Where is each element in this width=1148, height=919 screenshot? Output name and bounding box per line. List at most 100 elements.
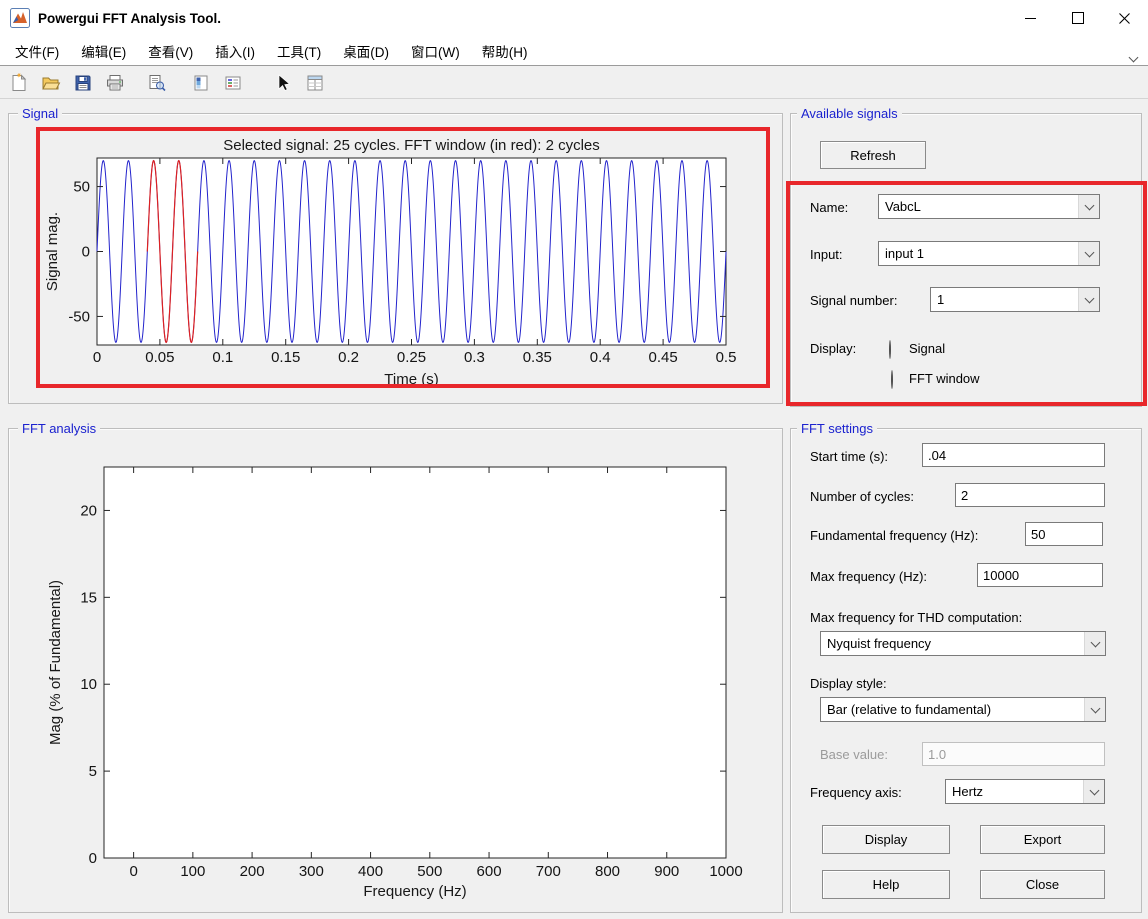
- menu-overflow-icon[interactable]: [1130, 48, 1138, 56]
- minimize-button[interactable]: [1007, 0, 1054, 36]
- open-folder-icon: [41, 73, 61, 93]
- printer-icon: [105, 73, 125, 93]
- y-tick-label: 10: [80, 676, 97, 693]
- title-bar: Powergui FFT Analysis Tool.: [0, 0, 1148, 36]
- x-tick-label: 0.4: [590, 349, 611, 366]
- window-controls: [1007, 0, 1148, 36]
- x-tick-label: 0.35: [523, 349, 552, 366]
- radio-signal-label[interactable]: Signal: [909, 341, 945, 357]
- chevron-down-icon[interactable]: [1078, 195, 1099, 218]
- display-style-dropdown[interactable]: Bar (relative to fundamental): [820, 697, 1106, 722]
- property-inspector-button[interactable]: [302, 70, 328, 96]
- maximize-button[interactable]: [1054, 0, 1101, 36]
- menu-item-view[interactable]: 查看(V): [137, 36, 204, 66]
- input-dropdown[interactable]: input 1: [878, 241, 1100, 266]
- x-tick-label: 0.25: [397, 349, 426, 366]
- save-figure-button[interactable]: [70, 70, 96, 96]
- start-time-label: Start time (s):: [810, 449, 888, 465]
- chevron-down-icon[interactable]: [1078, 288, 1099, 311]
- x-tick-label: 0.2: [338, 349, 359, 366]
- radio-signal[interactable]: [889, 340, 891, 359]
- signal-number-dropdown[interactable]: 1: [930, 287, 1100, 312]
- insert-legend-icon: [223, 73, 243, 93]
- name-dropdown-value: VabcL: [879, 195, 1078, 218]
- name-dropdown[interactable]: VabcL: [878, 194, 1100, 219]
- thd-max-frequency-label: Max frequency for THD computation:: [810, 610, 1022, 626]
- help-button[interactable]: Help: [822, 870, 950, 899]
- chevron-down-icon[interactable]: [1084, 698, 1105, 721]
- max-frequency-input[interactable]: [977, 563, 1103, 587]
- x-tick-label: 200: [240, 863, 265, 880]
- thd-max-frequency-dropdown-value: Nyquist frequency: [821, 632, 1084, 655]
- max-frequency-label: Max frequency (Hz):: [810, 569, 927, 585]
- menu-item-tools[interactable]: 工具(T): [266, 36, 332, 66]
- edit-plot-arrow-icon: [273, 73, 293, 93]
- menu-item-edit[interactable]: 编辑(E): [70, 36, 137, 66]
- open-file-button[interactable]: [38, 70, 64, 96]
- chevron-down-icon[interactable]: [1084, 632, 1105, 655]
- menu-item-desktop[interactable]: 桌面(D): [332, 36, 400, 66]
- display-label: Display:: [810, 341, 856, 357]
- new-figure-icon: [9, 73, 29, 93]
- x-tick-label: 0.3: [464, 349, 485, 366]
- input-dropdown-value: input 1: [879, 242, 1078, 265]
- y-axis-label: Mag (% of Fundamental): [47, 580, 64, 745]
- x-tick-label: 1000: [709, 863, 742, 880]
- chevron-down-icon[interactable]: [1083, 780, 1104, 803]
- menu-item-file[interactable]: 文件(F): [4, 36, 70, 66]
- available-signals-panel-label: Available signals: [797, 106, 902, 121]
- x-tick-label: 700: [536, 863, 561, 880]
- print-figure-button[interactable]: [102, 70, 128, 96]
- y-tick-label: 0: [89, 850, 97, 867]
- fundamental-frequency-input[interactable]: [1025, 522, 1103, 546]
- plot-title: Selected signal: 25 cycles. FFT window (…: [223, 137, 600, 154]
- close-icon: [1119, 13, 1130, 24]
- frequency-axis-dropdown-value: Hertz: [946, 780, 1083, 803]
- x-tick-label: 300: [299, 863, 324, 880]
- insert-legend-button[interactable]: [220, 70, 246, 96]
- y-tick-label: 0: [82, 244, 90, 261]
- edit-plot-button[interactable]: [270, 70, 296, 96]
- menu-item-window[interactable]: 窗口(W): [400, 36, 471, 66]
- x-tick-label: 0.1: [212, 349, 233, 366]
- x-tick-label: 0.45: [648, 349, 677, 366]
- menu-item-help[interactable]: 帮助(H): [471, 36, 539, 66]
- name-label: Name:: [810, 200, 848, 216]
- x-tick-label: 100: [180, 863, 205, 880]
- radio-fft-window[interactable]: [891, 370, 893, 389]
- x-tick-label: 900: [654, 863, 679, 880]
- start-time-input[interactable]: [922, 443, 1105, 467]
- x-tick-label: 0.5: [716, 349, 737, 366]
- close-dialog-button[interactable]: Close: [980, 870, 1105, 899]
- new-figure-button[interactable]: [6, 70, 32, 96]
- minimize-icon: [1025, 18, 1036, 19]
- x-tick-label: 500: [417, 863, 442, 880]
- frequency-axis-dropdown[interactable]: Hertz: [945, 779, 1105, 804]
- x-tick-label: 0: [93, 349, 101, 366]
- display-button[interactable]: Display: [822, 825, 950, 854]
- radio-fft-window-label[interactable]: FFT window: [909, 371, 980, 387]
- x-tick-label: 600: [477, 863, 502, 880]
- x-tick-label: 800: [595, 863, 620, 880]
- refresh-button[interactable]: Refresh: [820, 141, 926, 169]
- window-title: Powergui FFT Analysis Tool.: [38, 0, 221, 36]
- y-tick-label: 15: [80, 589, 97, 606]
- insert-colorbar-icon: [191, 73, 211, 93]
- base-value-input: [922, 742, 1105, 766]
- x-axis-label: Time (s): [384, 371, 438, 388]
- print-preview-button[interactable]: [144, 70, 170, 96]
- print-preview-icon: [147, 73, 167, 93]
- chevron-down-icon[interactable]: [1078, 242, 1099, 265]
- x-tick-label: 400: [358, 863, 383, 880]
- thd-max-frequency-dropdown[interactable]: Nyquist frequency: [820, 631, 1106, 656]
- y-tick-label: 5: [89, 763, 97, 780]
- insert-colorbar-button[interactable]: [188, 70, 214, 96]
- toolbar: [0, 67, 1148, 99]
- export-button[interactable]: Export: [980, 825, 1105, 854]
- close-button[interactable]: [1101, 0, 1148, 36]
- menu-item-insert[interactable]: 插入(I): [204, 36, 266, 66]
- number-of-cycles-input[interactable]: [955, 483, 1105, 507]
- display-style-label: Display style:: [810, 676, 887, 692]
- y-axis-label: Signal mag.: [44, 212, 61, 291]
- x-tick-label: 0: [129, 863, 137, 880]
